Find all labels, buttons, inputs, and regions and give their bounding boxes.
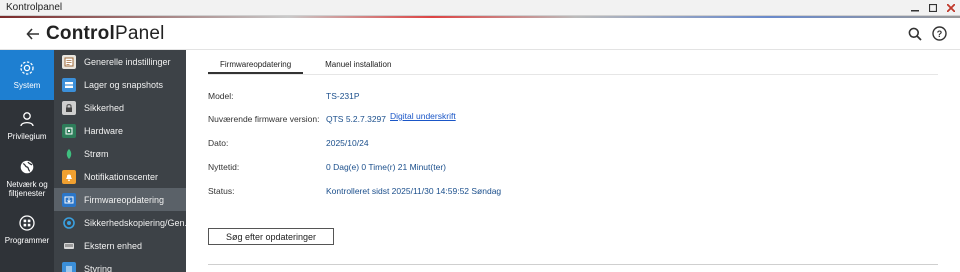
- globe-icon: [19, 159, 35, 177]
- menu-item-hardware[interactable]: Hardware: [54, 119, 186, 142]
- menu-item-label: Sikkerhed: [84, 102, 125, 113]
- status-value: Kontrolleret sidst 2025/11/30 14:59:52 S…: [326, 186, 502, 196]
- lock-icon: [62, 100, 76, 115]
- minimize-button[interactable]: [906, 0, 924, 16]
- rail-item-label: Netværk og filtjenester: [6, 179, 48, 198]
- menu-item-label: Hardware: [84, 125, 124, 136]
- header-actions: ?: [902, 23, 950, 45]
- close-button[interactable]: [942, 0, 960, 16]
- svg-text:?: ?: [936, 29, 942, 39]
- user-icon: [19, 111, 35, 129]
- storage-icon: [62, 77, 76, 92]
- tab-firmware-update[interactable]: Firmwareopdatering: [208, 60, 304, 74]
- window-titlebar: Kontrolpanel: [0, 0, 960, 16]
- bottom-divider: [208, 264, 938, 265]
- apps-grid-icon: [19, 215, 35, 233]
- rail-item-label: Programmer: [4, 236, 50, 245]
- menu-item-label: Firmwareopdatering: [84, 194, 165, 205]
- model-label: Model:: [208, 91, 234, 101]
- external-device-icon: [62, 239, 76, 253]
- control-icon: [62, 261, 76, 272]
- menu-item-control[interactable]: Styring: [54, 257, 186, 272]
- firmware-value: QTS 5.2.7.3297: [326, 114, 387, 124]
- system-menu: Generelle indstillinger Lager og snapsho…: [54, 50, 186, 272]
- category-rail: System Privilegium Netværk og filtjenest…: [0, 50, 54, 272]
- rail-item-label: Privilegium: [7, 132, 47, 141]
- search-icon[interactable]: [904, 23, 926, 45]
- window-title: Kontrolpanel: [6, 2, 63, 13]
- tab-manual-installation[interactable]: Manuel installation: [325, 60, 391, 74]
- tab-bar: Firmwareopdatering Manuel installation: [208, 60, 413, 74]
- menu-item-label: Lager og snapshots: [84, 79, 164, 90]
- menu-item-power[interactable]: Strøm: [54, 142, 186, 165]
- menu-item-label: Sikkerhedskopiering/Gen...: [84, 217, 186, 228]
- menu-item-label: Ekstern enhed: [84, 240, 143, 251]
- rail-item-programmer[interactable]: Programmer: [0, 204, 54, 256]
- firmware-row: Nuværende firmware version: QTS 5.2.7.32…: [208, 111, 948, 124]
- power-icon: [62, 147, 76, 161]
- back-arrow-icon[interactable]: [20, 18, 46, 50]
- firmware-label: Nuværende firmware version:: [208, 114, 320, 124]
- menu-item-label: Generelle indstillinger: [84, 56, 171, 67]
- notification-icon: [62, 169, 76, 184]
- app-title-light: Panel: [114, 22, 165, 44]
- model-value: TS-231P: [326, 91, 360, 101]
- settings-doc-icon: [62, 54, 76, 69]
- menu-item-notifications[interactable]: Notifikationscenter: [54, 165, 186, 188]
- menu-item-general-settings[interactable]: Generelle indstillinger: [54, 50, 186, 73]
- menu-item-firmware-update[interactable]: Firmwareopdatering: [54, 188, 186, 211]
- status-label: Status:: [208, 186, 235, 196]
- gear-icon: [19, 60, 35, 78]
- backup-icon: [62, 216, 76, 230]
- firmware-icon: [62, 192, 76, 207]
- date-label: Dato:: [208, 138, 229, 148]
- model-row: Model: TS-231P: [208, 91, 948, 101]
- hardware-icon: [62, 123, 76, 138]
- menu-item-label: Strøm: [84, 148, 109, 159]
- app-header: ControlPanel ?: [0, 18, 960, 50]
- check-for-updates-button[interactable]: Søg efter opdateringer: [208, 228, 334, 245]
- menu-item-label: Notifikationscenter: [84, 171, 159, 182]
- menu-item-security[interactable]: Sikkerhed: [54, 96, 186, 119]
- maximize-button[interactable]: [924, 0, 942, 16]
- digital-signature-link[interactable]: Digital underskrift: [390, 111, 456, 124]
- firmware-panel: Firmwareopdatering Manuel installation M…: [186, 50, 960, 272]
- minimize-icon: [911, 9, 919, 11]
- app-title: ControlPanel: [46, 23, 165, 45]
- menu-item-backup[interactable]: Sikkerhedskopiering/Gen...: [54, 211, 186, 234]
- menu-item-label: Styring: [84, 263, 113, 272]
- rail-item-system[interactable]: System: [0, 50, 54, 100]
- menu-item-external-device[interactable]: Ekstern enhed: [54, 234, 186, 257]
- tab-divider: [208, 74, 938, 75]
- rail-item-label: System: [13, 81, 41, 90]
- date-value: 2025/10/24: [326, 138, 369, 148]
- uptime-value: 0 Dag(e) 0 Time(r) 21 Minut(ter): [326, 162, 446, 172]
- menu-item-storage[interactable]: Lager og snapshots: [54, 73, 186, 96]
- close-icon: [947, 3, 955, 12]
- date-row: Dato: 2025/10/24: [208, 138, 948, 148]
- rail-item-network[interactable]: Netværk og filtjenester: [0, 152, 54, 204]
- help-icon[interactable]: ?: [928, 23, 950, 45]
- status-row: Status: Kontrolleret sidst 2025/11/30 14…: [208, 186, 948, 196]
- app-title-bold: Control: [46, 22, 115, 44]
- uptime-label: Nyttetid:: [208, 162, 240, 172]
- uptime-row: Nyttetid: 0 Dag(e) 0 Time(r) 21 Minut(te…: [208, 162, 948, 172]
- rail-item-privilegium[interactable]: Privilegium: [0, 100, 54, 152]
- maximize-icon: [929, 3, 937, 12]
